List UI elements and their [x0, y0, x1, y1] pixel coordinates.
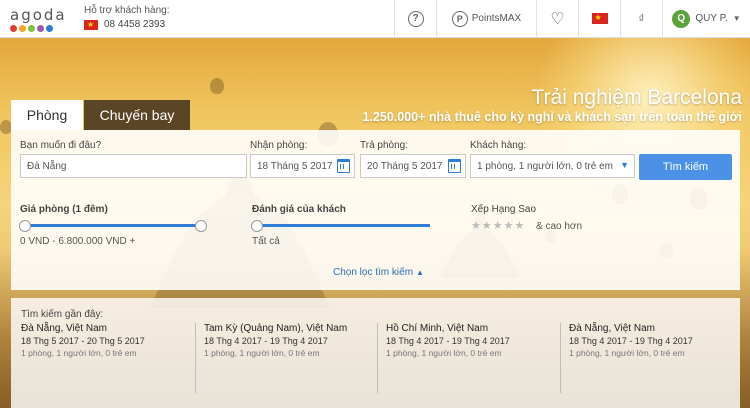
recent-guests: 1 phòng, 1 người lớn, 0 trẻ em	[569, 348, 685, 358]
star-icon[interactable]: ★	[504, 219, 514, 232]
logo-dot	[19, 25, 26, 32]
recent-city: Hồ Chí Minh, Việt Nam	[386, 323, 489, 334]
favorites-button[interactable]: ♡	[536, 0, 578, 37]
recent-guests: 1 phòng, 1 người lớn, 0 trẻ em	[21, 348, 137, 358]
chevron-down-icon: ▼	[620, 160, 629, 170]
price-slider-max-handle[interactable]	[195, 220, 207, 232]
hero-subtitle: 1.250.000+ nhà thuê cho kỳ nghỉ và khách…	[362, 110, 743, 124]
rating-filter-label: Đánh giá của khách	[252, 204, 346, 215]
user-info: Q QUY P. ▼	[672, 9, 741, 28]
help-button[interactable]: ?	[394, 0, 436, 37]
guests-label: Khách hàng:	[470, 140, 527, 151]
logo-dot	[28, 25, 35, 32]
tab-flights[interactable]: Chuyến bay	[84, 100, 190, 130]
tab-rooms[interactable]: Phòng	[11, 100, 83, 130]
logo-dot	[10, 25, 17, 32]
price-slider-fill	[25, 224, 201, 227]
price-range-value: 0 VND - 6.800.000 VND +	[20, 236, 136, 247]
user-menu[interactable]: Q QUY P. ▼	[662, 0, 750, 37]
pointsmax: P PointsMAX	[451, 10, 522, 27]
checkout-input[interactable]: 20 Tháng 5 2017	[360, 154, 466, 178]
star-rating-suffix: & cao hơn	[536, 221, 583, 232]
header-nav: ? P PointsMAX ♡ ₫ Q QUY P. ▼	[394, 0, 750, 37]
chevron-up-icon: ▲	[416, 268, 424, 277]
star-icon[interactable]: ★	[493, 219, 503, 232]
checkin-value: 18 Tháng 5 2017	[257, 160, 333, 172]
price-slider-min-handle[interactable]	[19, 220, 31, 232]
recent-dates: 18 Thg 4 2017 - 19 Thg 4 2017	[569, 336, 693, 346]
rating-slider-fill	[257, 224, 430, 227]
support-label: Hỗ trợ khách hàng:	[84, 5, 170, 16]
balloon-shape	[210, 78, 224, 94]
star-icon[interactable]: ★	[471, 219, 481, 232]
recent-city: Tam Kỳ (Quảng Nam), Việt Nam	[204, 323, 348, 334]
guests-select[interactable]: 1 phòng, 1 người lớn, 0 trẻ em ▼	[470, 154, 635, 178]
recent-dates: 18 Thg 5 2017 - 20 Thg 5 2017	[21, 336, 145, 346]
recent-city: Đà Nẵng, Việt Nam	[569, 323, 655, 334]
recent-dates: 18 Thg 4 2017 - 19 Thg 4 2017	[204, 336, 328, 346]
pointsmax-button[interactable]: P PointsMAX	[436, 0, 536, 37]
recent-searches-title: Tìm kiếm gần đây:	[21, 309, 104, 320]
recent-search-item[interactable]: Đà Nẵng, Việt Nam 18 Thg 4 2017 - 19 Thg…	[560, 323, 740, 393]
destination-value: Đà Nẵng	[27, 160, 67, 172]
guests-value: 1 phòng, 1 người lớn, 0 trẻ em	[477, 160, 613, 172]
recent-guests: 1 phòng, 1 người lớn, 0 trẻ em	[204, 348, 320, 358]
support-phone-row: 08 4458 2393	[84, 19, 394, 31]
pointsmax-label: PointsMAX	[471, 13, 522, 24]
recent-search-item[interactable]: Đà Nẵng, Việt Nam 18 Thg 5 2017 - 20 Thg…	[13, 323, 193, 393]
recent-city: Đà Nẵng, Việt Nam	[21, 323, 107, 334]
recent-search-item[interactable]: Tam Kỳ (Quảng Nam), Việt Nam 18 Thg 4 20…	[195, 323, 375, 393]
logo-dot	[37, 25, 44, 32]
star-rating-label: Xếp Hạng Sao	[471, 204, 537, 215]
logo-text: agoda	[10, 6, 67, 24]
recent-dates: 18 Thg 4 2017 - 19 Thg 4 2017	[386, 336, 510, 346]
language-button[interactable]	[578, 0, 620, 37]
more-filters-label: Chọn lọc tìm kiếm	[333, 267, 414, 278]
star-icon[interactable]: ★	[515, 219, 525, 232]
checkout-label: Trả phòng:	[360, 140, 408, 151]
checkout-value: 20 Tháng 5 2017	[367, 160, 443, 172]
vietnam-flag-icon	[591, 12, 608, 24]
avatar: Q	[672, 9, 691, 28]
checkin-input[interactable]: 18 Tháng 5 2017	[250, 154, 355, 178]
rating-slider-handle[interactable]	[251, 220, 263, 232]
currency-button[interactable]: ₫	[620, 0, 662, 37]
pointsmax-icon: P	[451, 10, 468, 27]
more-filters-link[interactable]: Chọn lọc tìm kiếm ▲	[333, 267, 424, 278]
search-button[interactable]: Tìm kiếm	[639, 154, 732, 180]
agoda-logo[interactable]: agoda	[0, 0, 72, 37]
recent-guests: 1 phòng, 1 người lớn, 0 trẻ em	[386, 348, 502, 358]
star-icon[interactable]: ★	[482, 219, 492, 232]
rating-value: Tất cả	[252, 236, 280, 247]
search-panel: Bạn muốn đi đâu? Đà Nẵng Nhận phòng: 18 …	[11, 130, 740, 290]
calendar-icon[interactable]	[337, 159, 350, 173]
calendar-icon[interactable]	[448, 159, 461, 173]
customer-support: Hỗ trợ khách hàng: 08 4458 2393	[72, 0, 394, 37]
vietnam-flag-icon	[84, 19, 98, 31]
recent-searches: Tìm kiếm gần đây: Đà Nẵng, Việt Nam 18 T…	[11, 298, 740, 408]
star-rating-selector[interactable]: ★ ★ ★ ★ ★	[471, 219, 524, 232]
top-header: agoda Hỗ trợ khách hàng: 08 4458 2393 ? …	[0, 0, 750, 38]
logo-dots	[10, 25, 72, 32]
recent-search-item[interactable]: Hồ Chí Minh, Việt Nam 18 Thg 4 2017 - 19…	[377, 323, 557, 393]
chevron-down-icon: ▼	[732, 14, 741, 23]
price-filter-label: Giá phòng (1 đêm)	[20, 204, 108, 215]
help-icon: ?	[407, 10, 424, 27]
logo-dot	[46, 25, 53, 32]
heart-icon: ♡	[550, 10, 565, 28]
support-phone[interactable]: 08 4458 2393	[104, 19, 165, 30]
destination-label: Bạn muốn đi đâu?	[20, 140, 102, 151]
user-name: QUY P.	[695, 13, 728, 24]
destination-input[interactable]: Đà Nẵng	[20, 154, 247, 178]
hero-title: Trải nghiệm Barcelona	[531, 86, 743, 109]
checkin-label: Nhận phòng:	[250, 140, 308, 151]
currency-icon: ₫	[638, 12, 645, 25]
